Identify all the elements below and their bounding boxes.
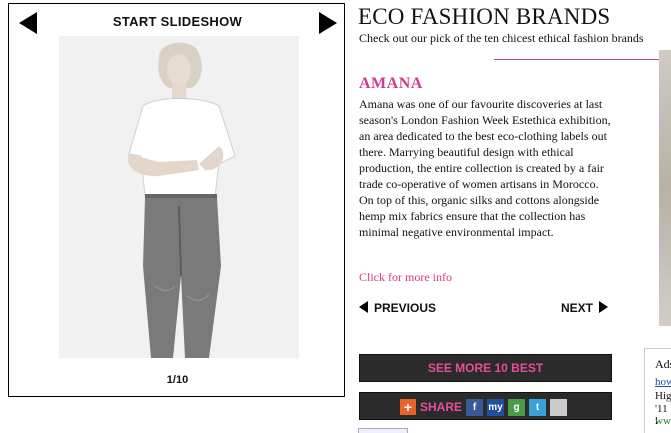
page-subtitle: Check out our pick of the ten chicest et…: [359, 31, 644, 45]
previous-button[interactable]: PREVIOUS: [359, 301, 436, 315]
ads-label: Ads: [655, 357, 671, 371]
ad-link[interactable]: how: [655, 376, 671, 388]
twitter-icon[interactable]: t: [529, 398, 547, 416]
share-bar: + SHARE f my g t: [359, 392, 612, 420]
slideshow-panel: START SLIDESHOW 1/10: [8, 3, 345, 397]
side-image: [659, 50, 671, 326]
divider: [494, 59, 671, 60]
brand-description: Amana was one of our favourite discoveri…: [359, 97, 611, 239]
left-arrow-icon: [359, 301, 368, 313]
facebook-icon[interactable]: f: [466, 398, 484, 416]
next-label: NEXT: [561, 301, 594, 315]
myspace-icon[interactable]: my: [487, 398, 505, 416]
start-slideshow-button[interactable]: START SLIDESHOW: [9, 14, 346, 29]
google-icon[interactable]: g: [508, 398, 526, 416]
slideshow-next-arrow-icon[interactable]: [319, 12, 337, 34]
delicious-icon[interactable]: [550, 398, 568, 416]
see-more-label: SEE MORE 10 BEST: [427, 361, 544, 375]
bottom-widget[interactable]: [358, 428, 408, 433]
brand-heading: AMANA: [359, 75, 423, 92]
previous-label: PREVIOUS: [374, 301, 437, 315]
page-title: ECO FASHION BRANDS: [358, 4, 611, 29]
share-button[interactable]: SHARE: [420, 400, 462, 414]
next-button[interactable]: NEXT: [561, 301, 609, 315]
plus-icon[interactable]: +: [400, 399, 416, 415]
right-arrow-icon: [599, 301, 609, 313]
model-photo: [59, 36, 299, 358]
ad-text: Hig: [655, 390, 671, 402]
slide-counter: 1/10: [166, 374, 189, 386]
see-more-button[interactable]: SEE MORE 10 BEST: [359, 354, 612, 382]
more-info-link[interactable]: Click for more info: [359, 270, 452, 285]
ad-url[interactable]: www: [655, 415, 671, 427]
